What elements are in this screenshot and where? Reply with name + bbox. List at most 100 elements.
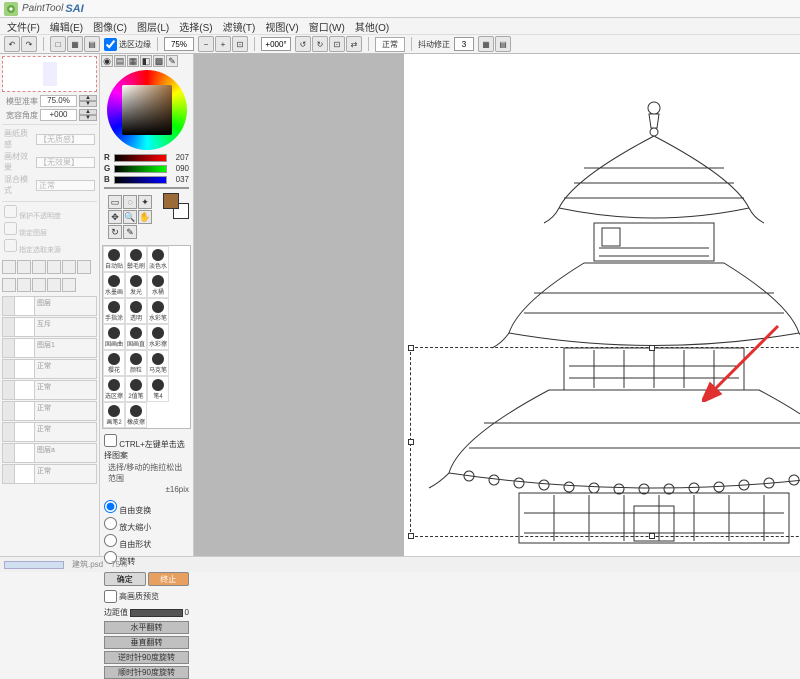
rotation-input[interactable]	[261, 37, 291, 51]
delete-layer-button[interactable]	[32, 260, 46, 274]
menu-select[interactable]: 选择(S)	[174, 19, 217, 34]
merge-down-button[interactable]	[47, 260, 61, 274]
rotate-reset-button[interactable]: ⊡	[329, 36, 345, 52]
layer-item[interactable]: 正常	[2, 380, 97, 400]
color-tab-wheel[interactable]: ◉	[101, 55, 113, 67]
new-layer-button[interactable]	[2, 260, 16, 274]
rotate-tool[interactable]: ↻	[108, 225, 122, 239]
show-sel-button[interactable]: ▤	[84, 36, 100, 52]
brush-cell[interactable]: 国画曲	[103, 324, 125, 350]
brush-size-value[interactable]: 75.0%	[40, 95, 77, 107]
layer-op-2[interactable]	[17, 278, 31, 292]
canvas-area[interactable]	[194, 54, 800, 556]
brush-cell[interactable]: 手指涂	[103, 298, 125, 324]
layer-item[interactable]: 正常	[2, 464, 97, 484]
hand-tool[interactable]: ✋	[138, 210, 152, 224]
brush-cell[interactable]: 鬃毛刷	[125, 246, 147, 272]
rotate-ccw90-button[interactable]: 逆时针90度旋转	[104, 651, 189, 664]
navigator-preview[interactable]	[2, 56, 97, 92]
r-slider[interactable]	[114, 154, 167, 162]
lasso-tool[interactable]: ◌	[123, 195, 137, 209]
layer-item[interactable]: 正常	[2, 359, 97, 379]
rotate-ccw-button[interactable]: ↺	[295, 36, 311, 52]
rotate-cw-button[interactable]: ↻	[312, 36, 328, 52]
ctrl-click-check[interactable]: CTRL+左键单击选择图案	[104, 434, 189, 461]
fg-bg-swatch[interactable]	[163, 193, 189, 219]
brush-cell[interactable]: 马克笔	[147, 350, 169, 376]
handle-nw[interactable]	[408, 345, 414, 351]
zoom-tool[interactable]: 🔍	[123, 210, 137, 224]
brush-cell[interactable]: 自动贴	[103, 246, 125, 272]
ok-button[interactable]: 确定	[104, 572, 146, 586]
hq-preview-check[interactable]: 高画质预览	[104, 590, 189, 603]
deselect-button[interactable]: □	[50, 36, 66, 52]
material-effect-combo[interactable]: 【无效果】	[36, 157, 95, 168]
paper-texture-combo[interactable]: 【无质感】	[36, 134, 95, 145]
menu-other[interactable]: 其他(O)	[350, 19, 394, 34]
brush-cell[interactable]: 樱花	[103, 350, 125, 376]
zoom-out-button[interactable]: −	[198, 36, 214, 52]
brush-cell[interactable]: 水彩笔	[147, 298, 169, 324]
layer-op-5[interactable]	[62, 278, 76, 292]
color-tab-rgb[interactable]: ▤	[114, 55, 126, 67]
menu-image[interactable]: 图像(C)	[88, 19, 132, 34]
invert-sel-button[interactable]: ▦	[67, 36, 83, 52]
protect-alpha-check[interactable]: 保护不透明度	[4, 205, 95, 221]
stabilizer-toggle[interactable]: ▦	[478, 36, 494, 52]
layer-item[interactable]: 图层a	[2, 443, 97, 463]
handle-n[interactable]	[649, 345, 655, 351]
brush-cell[interactable]: 选区擦	[103, 376, 125, 402]
zoom-in-button[interactable]: +	[215, 36, 231, 52]
handle-w[interactable]	[408, 439, 414, 445]
zoom-input[interactable]	[164, 37, 194, 51]
brush-cell[interactable]: 笔4	[147, 376, 169, 402]
color-wheel[interactable]	[107, 70, 187, 150]
color-tab-scratch[interactable]: ✎	[166, 55, 178, 67]
angle-value[interactable]: +000	[40, 109, 77, 121]
brush-cell[interactable]: 橡皮擦	[125, 402, 147, 428]
select-rect-tool[interactable]: ▭	[108, 195, 122, 209]
selection-edge-check[interactable]: 选区边缘	[104, 38, 151, 51]
brush-cell[interactable]: 水彩擦	[147, 324, 169, 350]
hue-strip[interactable]	[104, 187, 189, 189]
lock-layer-check[interactable]: 锁定图层	[4, 222, 95, 238]
menu-filter[interactable]: 滤镜(T)	[218, 19, 261, 34]
new-folder-button[interactable]	[17, 260, 31, 274]
brush-cell[interactable]: 国画直	[125, 324, 147, 350]
layer-item[interactable]: 互斥	[2, 317, 97, 337]
radio-scale[interactable]: 放大缩小	[104, 517, 189, 533]
layer-item[interactable]: 图层1	[2, 338, 97, 358]
brush-size-down[interactable]: ▼	[79, 101, 97, 107]
brush-cell[interactable]: 2值笔	[125, 376, 147, 402]
handle-sw[interactable]	[408, 533, 414, 539]
menu-window[interactable]: 窗口(W)	[304, 19, 350, 34]
brush-cell[interactable]: 透明	[125, 298, 147, 324]
menu-view[interactable]: 视图(V)	[260, 19, 303, 34]
rotate-cw90-button[interactable]: 顺时针90度旋转	[104, 666, 189, 679]
eyedropper-tool[interactable]: ✎	[123, 225, 137, 239]
brush-cell[interactable]: 颜粒	[125, 350, 147, 376]
magic-wand-tool[interactable]: ✦	[138, 195, 152, 209]
brush-cell[interactable]: 淡色水	[147, 246, 169, 272]
edge-amount-slider[interactable]	[130, 609, 183, 617]
brush-cell[interactable]: 发光	[125, 272, 147, 298]
layer-op-1[interactable]	[2, 278, 16, 292]
blend-mode-combo[interactable]: 正常	[36, 180, 95, 191]
move-tool[interactable]: ✥	[108, 210, 122, 224]
brush-cell[interactable]: 水墨画	[103, 272, 125, 298]
zoom-fit-button[interactable]: ⊡	[232, 36, 248, 52]
radio-free-shape[interactable]: 自由形状	[104, 534, 189, 550]
menu-layer[interactable]: 图层(L)	[132, 19, 174, 34]
layer-item[interactable]: 图层	[2, 296, 97, 316]
menu-file[interactable]: 文件(F)	[2, 19, 45, 34]
stabilizer-input[interactable]	[454, 37, 474, 51]
flip-h-button[interactable]: 水平翻转	[104, 621, 189, 634]
menu-edit[interactable]: 编辑(E)	[45, 19, 88, 34]
layer-op-3[interactable]	[32, 278, 46, 292]
redo-button[interactable]: ↷	[21, 36, 37, 52]
flip-button[interactable]: ⇄	[346, 36, 362, 52]
layer-op-4[interactable]	[47, 278, 61, 292]
clear-layer-button[interactable]	[62, 260, 76, 274]
clip-source-check[interactable]: 指定选取来源	[4, 239, 95, 255]
color-tab-mixer[interactable]: ◧	[140, 55, 152, 67]
